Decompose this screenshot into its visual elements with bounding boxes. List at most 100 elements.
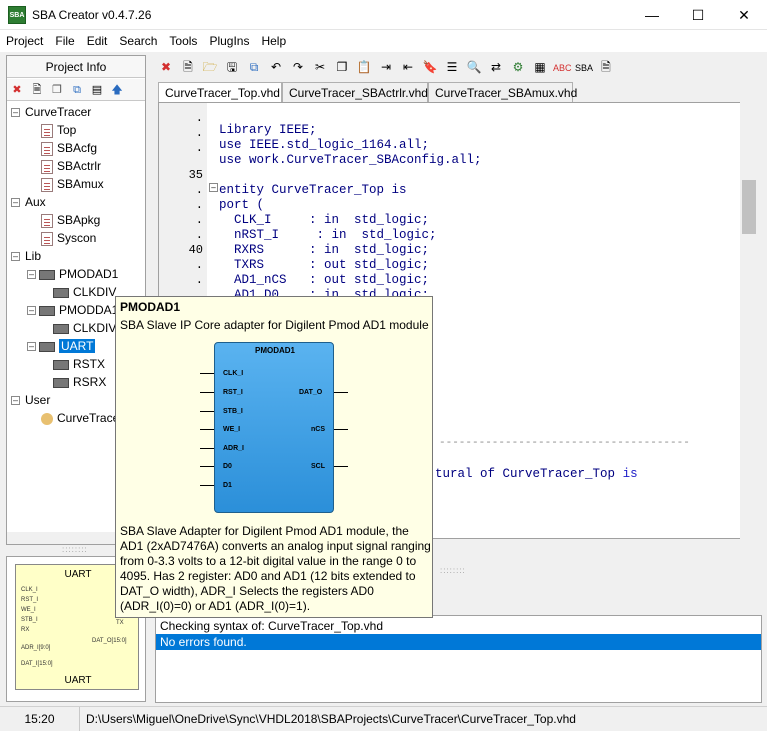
tree-item-pmodda1[interactable]: PMODDA1 (39, 301, 118, 319)
output-line[interactable]: Checking syntax of: CurveTracer_Top.vhd (156, 618, 761, 634)
new-file-icon[interactable]: 🗎 (29, 82, 45, 98)
tree-item-top[interactable]: Top (41, 121, 76, 139)
splitter-handle[interactable]: :::::::: (440, 566, 466, 575)
pin-wire (200, 429, 214, 430)
tree-group-aux[interactable]: Aux (25, 193, 46, 211)
code-line: entity CurveTracer_Top is (219, 183, 407, 197)
spellcheck-icon[interactable]: ABC (553, 59, 572, 77)
tree-item-syscon[interactable]: Syscon (41, 229, 96, 247)
tree-item-label: SBAcfg (57, 141, 98, 155)
template-icon[interactable]: ⚙ (509, 58, 527, 76)
new-file-icon[interactable]: 🗎 (179, 58, 197, 76)
minimize-icon[interactable]: — (629, 0, 675, 30)
tree-group-curvetracer[interactable]: CurveTracer (25, 103, 91, 121)
output-line-selected[interactable]: No errors found. (156, 634, 761, 650)
line-number: . (195, 258, 203, 272)
code-token: CurveTracer_Top (502, 467, 616, 481)
close-icon[interactable]: ✕ (721, 0, 767, 30)
block-pin-in: D0 (223, 463, 232, 470)
save-icon[interactable]: 🖫 (223, 58, 241, 76)
block-label: PMODAD1 (254, 346, 295, 355)
menu-tools[interactable]: Tools (163, 30, 203, 52)
tree-item-label: Syscon (57, 231, 97, 245)
ipcore-block-diagram: PMODAD1 CLK_I RST_I STB_I WE_I ADR_I D0 … (214, 342, 334, 513)
collapse-icon[interactable]: – (11, 396, 20, 405)
tab-curvetracer-sbactrlr[interactable]: CurveTracer_SBActrlr.vhd (282, 82, 428, 102)
tree-item-sbacfg[interactable]: SBAcfg (41, 139, 97, 157)
tree-group-lib[interactable]: Lib (25, 247, 41, 265)
document-icon[interactable]: 🗎 (597, 58, 615, 76)
chip-icon (39, 341, 55, 352)
tree-item-pmodad1[interactable]: PMODAD1 (39, 265, 118, 283)
tree-item-rsrx[interactable]: RSRX (53, 373, 106, 391)
hierarchy-icon[interactable]: ▤ (89, 82, 105, 98)
block-pin-in: WE_I (223, 426, 241, 433)
code-line: use work.CurveTracer_SBAconfig.all; (219, 153, 482, 167)
menu-plugins[interactable]: PlugIns (203, 30, 255, 52)
menu-search[interactable]: Search (113, 30, 163, 52)
tab-curvetracer-top[interactable]: CurveTracer_Top.vhd (158, 82, 282, 103)
collapse-icon[interactable]: – (27, 342, 36, 351)
maximize-icon[interactable]: ☐ (675, 0, 721, 30)
sba-icon[interactable]: SBA (575, 59, 593, 77)
cut-icon[interactable]: ✂ (311, 58, 329, 76)
collapse-icon[interactable]: – (27, 306, 36, 315)
indent-icon[interactable]: ⇥ (377, 58, 395, 76)
save-all-icon[interactable]: ⧉ (245, 58, 263, 76)
tree-item-uart[interactable]: UART (39, 337, 96, 355)
tree-item-curvetracer-user[interactable]: CurveTracer (41, 409, 123, 427)
redo-icon[interactable]: ↷ (289, 58, 307, 76)
tree-item-sbactrlr[interactable]: SBActrlr (41, 157, 101, 175)
editor-vertical-scrollbar[interactable] (740, 102, 758, 539)
menu-edit[interactable]: Edit (81, 30, 114, 52)
outdent-icon[interactable]: ⇤ (399, 58, 417, 76)
collapse-icon[interactable]: – (27, 270, 36, 279)
search-icon[interactable]: 🔍 (465, 58, 483, 76)
open-folder-icon[interactable]: 🗁 (201, 58, 219, 76)
up-arrow-icon[interactable]: 🡅 (109, 82, 125, 98)
tree-item-clkdiv[interactable]: CLKDIV (53, 319, 116, 337)
close-file-icon[interactable]: ✖ (157, 58, 175, 76)
preview-pin: DAT_I[15:0] (21, 661, 53, 667)
undo-icon[interactable]: ↶ (267, 58, 285, 76)
menu-help[interactable]: Help (255, 30, 292, 52)
snippet-icon[interactable]: ▦ (531, 58, 549, 76)
line-number: . (195, 228, 203, 242)
bookmark-icon[interactable]: 🔖 (421, 58, 439, 76)
tree-item-label: PMODAD1 (59, 267, 119, 281)
menu-project[interactable]: Project (0, 30, 49, 52)
tree-group-user[interactable]: User (25, 391, 50, 409)
tree-item-sbamux[interactable]: SBAmux (41, 175, 104, 193)
block-pin-out: SCL (311, 463, 325, 470)
copy-icon[interactable]: ❐ (49, 82, 65, 98)
comment-icon[interactable]: ☰ (443, 58, 461, 76)
collapse-icon[interactable]: – (11, 108, 20, 117)
block-pin-out: nCS (311, 426, 325, 433)
title-bar: SBA SBA Creator v0.4.7.26 — ☐ ✕ (0, 0, 767, 30)
block-pin-in: ADR_I (223, 445, 245, 452)
tree-item-sbapkg[interactable]: SBApkg (41, 211, 100, 229)
fold-icon[interactable]: – (209, 183, 218, 192)
app-icon: SBA (8, 6, 26, 24)
tab-curvetracer-sbamux[interactable]: CurveTracer_SBAmux.vhd (428, 82, 577, 102)
block-pin-out: DAT_O (299, 389, 323, 396)
collapse-icon[interactable]: – (11, 252, 20, 261)
tooltip-subtitle: SBA Slave IP Core adapter for Digilent P… (120, 318, 429, 332)
copy-all-icon[interactable]: ⧉ (69, 82, 85, 98)
tree-item-rstx[interactable]: RSTX (53, 355, 105, 373)
splitter-handle[interactable]: :::::::: (62, 545, 88, 554)
user-icon (41, 412, 53, 425)
chip-icon (39, 269, 55, 280)
replace-icon[interactable]: ⇄ (487, 58, 505, 76)
remove-icon[interactable]: ✖ (9, 82, 25, 98)
copy-icon[interactable]: ❐ (333, 58, 351, 76)
tree-item-clkdiv[interactable]: CLKDIV (53, 283, 116, 301)
vhdl-file-icon (41, 231, 53, 246)
block-pin-in: D1 (223, 482, 232, 489)
paste-icon[interactable]: 📋 (355, 58, 373, 76)
menu-file[interactable]: File (49, 30, 80, 52)
block-pin-in: RST_I (223, 389, 243, 396)
pin-wire (200, 466, 214, 467)
collapse-icon[interactable]: – (11, 198, 20, 207)
scrollbar-thumb[interactable] (742, 180, 756, 234)
